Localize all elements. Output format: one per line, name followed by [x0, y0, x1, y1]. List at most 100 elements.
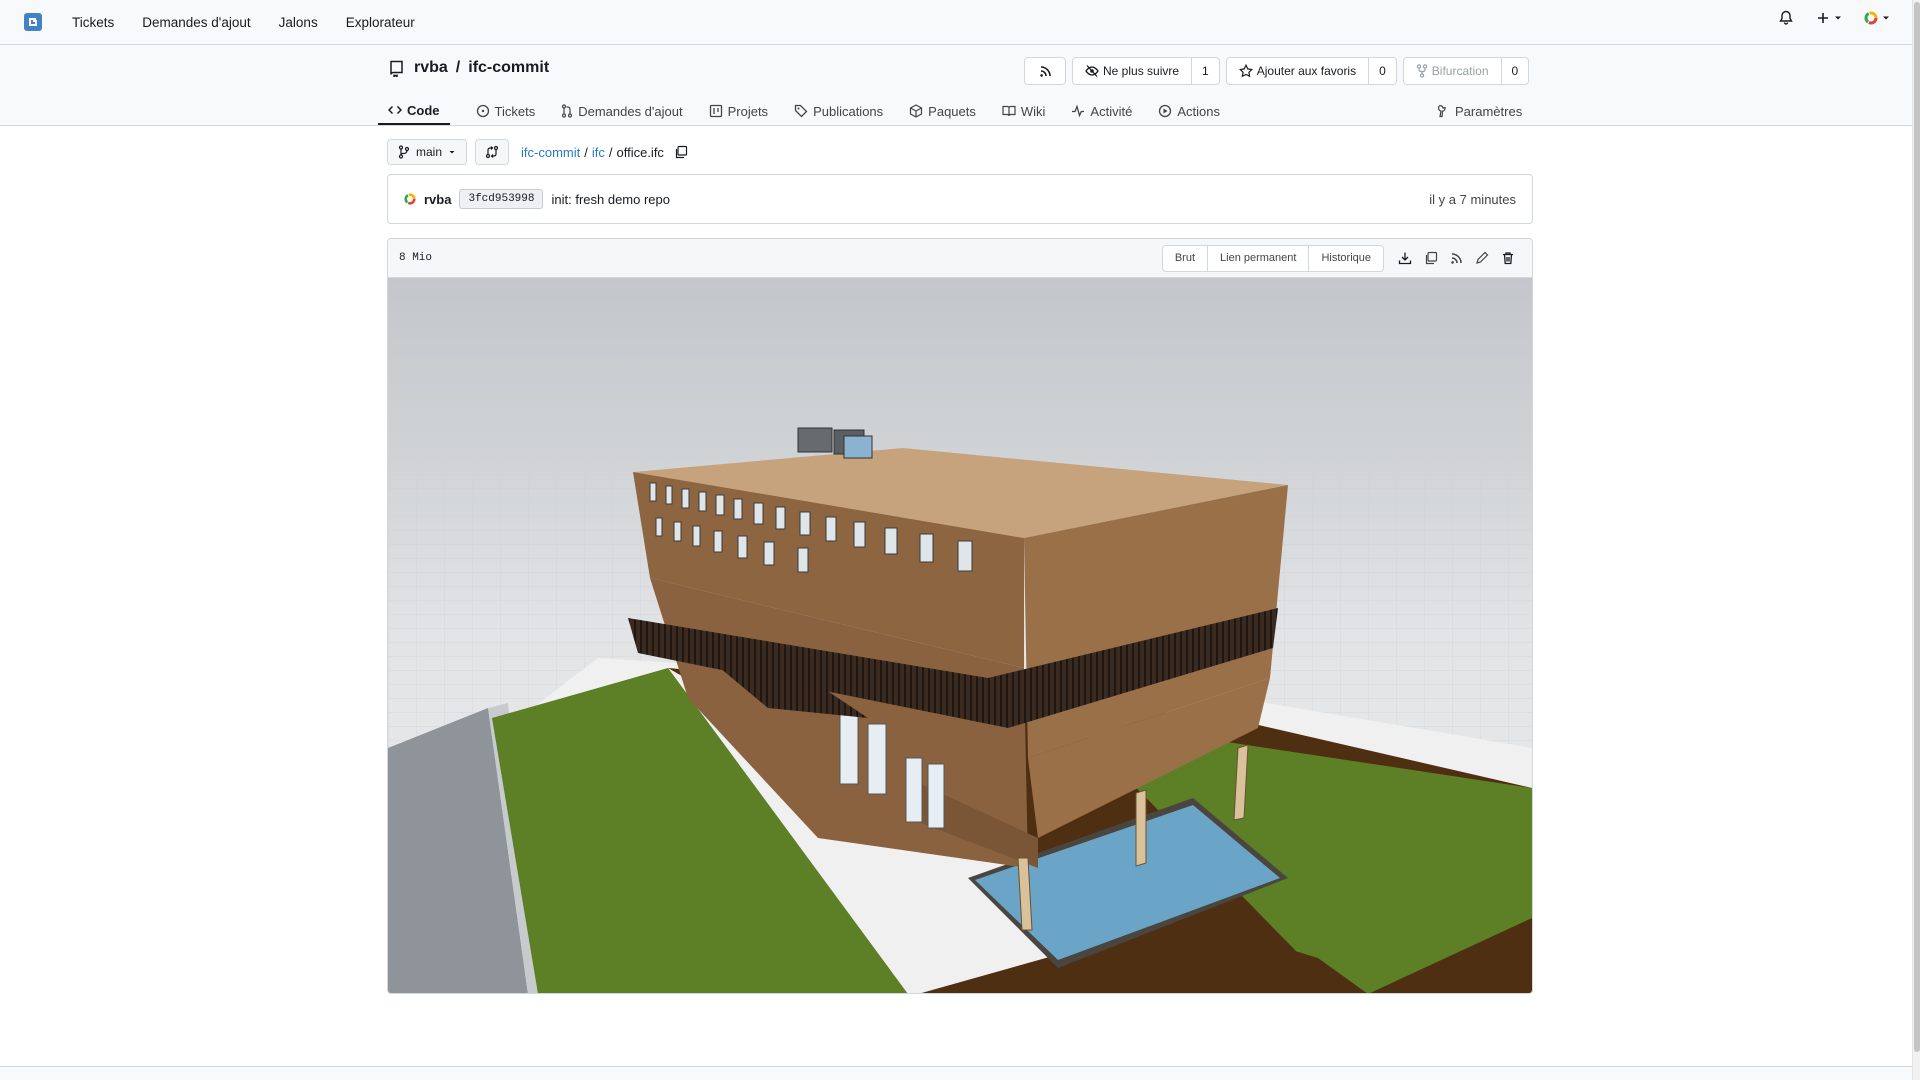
- stars-count[interactable]: 0: [1368, 58, 1396, 84]
- repo-name-link[interactable]: ifc-commit: [468, 59, 549, 77]
- star-label: Ajouter aux favoris: [1256, 64, 1357, 78]
- tab-actions-label: Actions: [1177, 103, 1220, 119]
- tab-code[interactable]: Code: [378, 97, 450, 125]
- repo-title: rvba / ifc-commit: [388, 59, 549, 77]
- branch-selector[interactable]: main: [387, 139, 468, 165]
- chevron-down-icon: [1883, 16, 1889, 20]
- permalink-button[interactable]: Lien permanent: [1207, 245, 1308, 271]
- user-menu-button[interactable]: [1864, 11, 1890, 25]
- commit-author[interactable]: rvba: [424, 192, 451, 207]
- tab-actions[interactable]: Actions: [1158, 97, 1220, 125]
- forks-count[interactable]: 0: [1500, 58, 1529, 84]
- branch-icon: [398, 145, 410, 159]
- rss-icon[interactable]: [1450, 252, 1463, 265]
- tab-pull-requests-label: Demandes d'ajout: [578, 103, 683, 119]
- footer-bar: [0, 1066, 1920, 1080]
- tab-code-label: Code: [407, 102, 440, 118]
- file-actions-group: Brut Lien permanent Historique: [1161, 244, 1384, 272]
- page-scrollbar[interactable]: [1912, 0, 1920, 1080]
- commit-sha[interactable]: 3fcd953998: [459, 189, 544, 209]
- ifc-3d-viewer[interactable]: [388, 278, 1532, 994]
- star-icon: [1238, 64, 1253, 78]
- breadcrumb-repo[interactable]: ifc-commit: [521, 145, 580, 160]
- project-icon: [709, 104, 722, 118]
- pencil-icon[interactable]: [1475, 251, 1489, 265]
- tab-activity[interactable]: Activité: [1071, 97, 1132, 125]
- chevron-down-icon: [1835, 16, 1841, 20]
- compare-icon: [485, 145, 499, 159]
- pulse-icon: [1072, 104, 1085, 118]
- commit-message[interactable]: init: fresh demo repo: [551, 192, 670, 207]
- scrollbar-thumb[interactable]: [1914, 2, 1920, 1052]
- tag-icon: [794, 104, 808, 118]
- tab-settings[interactable]: Paramètres: [1436, 97, 1522, 125]
- tab-projects-label: Projets: [727, 103, 769, 119]
- tab-settings-label: Paramètres: [1455, 103, 1523, 119]
- chevron-down-icon: [449, 151, 455, 154]
- avatar: [1864, 11, 1878, 25]
- tab-releases[interactable]: Publications: [794, 97, 883, 125]
- watchers-count[interactable]: 1: [1191, 58, 1219, 84]
- rss-button[interactable]: [1024, 57, 1066, 85]
- repo-header: rvba / ifc-commit Ne plus suivre 1 Ajout…: [0, 45, 1920, 126]
- repo-separator: /: [455, 59, 461, 76]
- unwatch-button[interactable]: Ne plus suivre 1: [1072, 57, 1220, 85]
- eye-slash-icon: [1085, 65, 1099, 77]
- fork-button[interactable]: Bifurcation 0: [1402, 57, 1530, 85]
- commit-time: il y a 7 minutes: [1429, 191, 1516, 207]
- unwatch-label: Ne plus suivre: [1103, 64, 1180, 78]
- tab-wiki-label: Wiki: [1020, 103, 1046, 119]
- bell-icon[interactable]: [1778, 10, 1794, 26]
- fork-icon: [1416, 64, 1427, 78]
- tools-icon: [1437, 104, 1446, 118]
- tab-projects[interactable]: Projets: [709, 97, 768, 125]
- raw-button[interactable]: Brut: [1163, 246, 1207, 271]
- tab-packages[interactable]: Paquets: [909, 97, 976, 125]
- history-button[interactable]: Historique: [1308, 245, 1383, 271]
- breadcrumb-file: office.ifc: [616, 144, 664, 160]
- file-header: 8 Mio Brut Lien permanent Historique: [388, 239, 1532, 278]
- download-icon[interactable]: [1398, 251, 1412, 265]
- tab-wiki[interactable]: Wiki: [1002, 97, 1046, 125]
- rss-icon: [1039, 65, 1051, 77]
- issue-icon: [476, 104, 489, 118]
- tab-pull-requests[interactable]: Demandes d'ajout: [561, 97, 683, 125]
- copy-path-icon[interactable]: [674, 145, 688, 159]
- breadcrumb-separator: /: [608, 144, 613, 160]
- nav-milestones[interactable]: Jalons: [279, 15, 318, 30]
- tab-releases-label: Publications: [813, 103, 884, 119]
- play-circle-icon: [1159, 104, 1172, 118]
- breadcrumb: ifc-commit / ifc / office.ifc: [521, 145, 688, 160]
- book-icon: [1002, 105, 1016, 117]
- tab-tickets[interactable]: Tickets: [476, 97, 536, 125]
- repo-tabs: Code Tickets Demandes d'ajout Projets Pu…: [378, 97, 1220, 125]
- copy-icon[interactable]: [1424, 251, 1438, 265]
- pull-request-icon: [562, 104, 573, 118]
- fork-label: Bifurcation: [1431, 64, 1489, 78]
- nav-explore[interactable]: Explorateur: [346, 15, 415, 30]
- star-button[interactable]: Ajouter aux favoris 0: [1225, 57, 1397, 85]
- app-logo-icon[interactable]: [24, 13, 42, 31]
- tab-activity-label: Activité: [1090, 103, 1133, 119]
- nav-pull-requests[interactable]: Demandes d'ajout: [142, 15, 250, 30]
- trash-icon[interactable]: [1501, 251, 1515, 265]
- breadcrumb-folder[interactable]: ifc: [592, 145, 605, 160]
- nav-tickets[interactable]: Tickets: [72, 15, 114, 30]
- branch-path-row: main ifc-commit / ifc / office.ifc: [387, 139, 688, 165]
- repo-icon: [390, 60, 403, 77]
- top-navbar: Tickets Demandes d'ajout Jalons Explorat…: [0, 0, 1920, 45]
- code-icon: [388, 105, 402, 115]
- create-menu-button[interactable]: [1816, 11, 1842, 25]
- repo-owner-link[interactable]: rvba: [414, 59, 448, 77]
- tab-packages-label: Paquets: [928, 103, 976, 119]
- file-view: 8 Mio Brut Lien permanent Historique: [387, 238, 1533, 994]
- compare-button[interactable]: [475, 139, 510, 165]
- avatar: [404, 193, 416, 205]
- plus-icon: [1818, 13, 1828, 23]
- breadcrumb-separator: /: [584, 144, 588, 160]
- tab-tickets-label: Tickets: [494, 103, 536, 119]
- file-size: 8 Mio: [399, 252, 433, 264]
- package-icon: [910, 104, 923, 118]
- latest-commit: rvba 3fcd953998 init: fresh demo repo il…: [387, 174, 1533, 224]
- branch-name: main: [416, 145, 443, 159]
